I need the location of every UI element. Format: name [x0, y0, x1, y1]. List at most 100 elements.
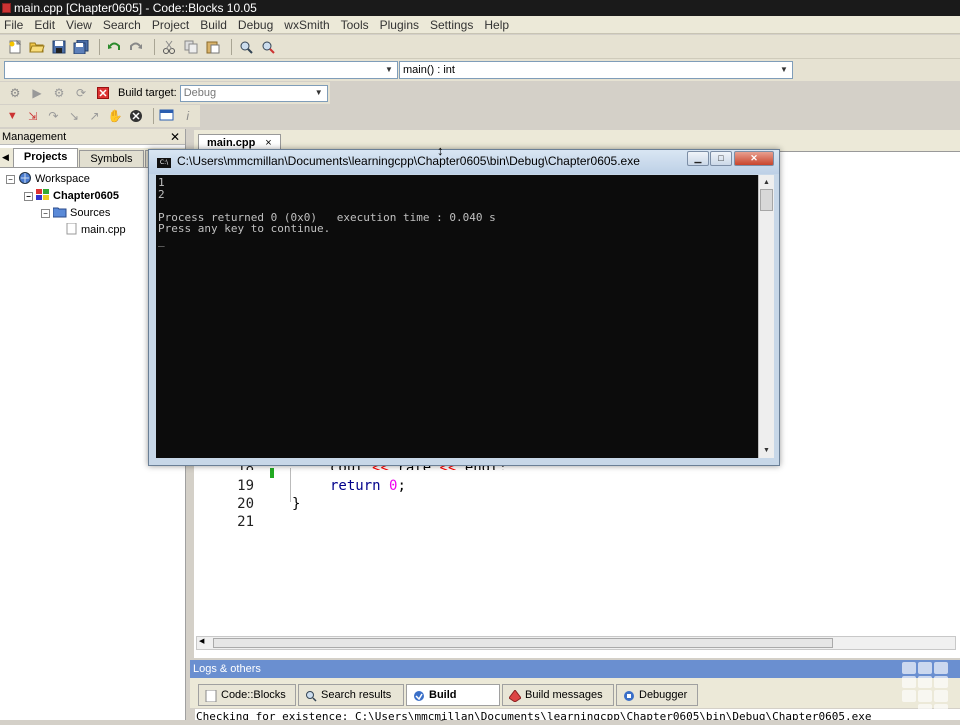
- toolbar-separator: [99, 38, 100, 55]
- console-title-bar[interactable]: C:\ C:\Users\mmcmillan\Documents\learnin…: [149, 150, 779, 174]
- save-icon[interactable]: [50, 38, 68, 56]
- undo-icon[interactable]: [105, 38, 123, 56]
- abort-icon[interactable]: [94, 84, 112, 102]
- close-icon[interactable]: ✕: [170, 129, 180, 145]
- menu-build[interactable]: Build: [196, 18, 231, 32]
- tab-main-cpp-label: main.cpp: [207, 137, 256, 149]
- scroll-down-icon[interactable]: ▼: [760, 444, 773, 457]
- console-vertical-scrollbar[interactable]: ▲ ▼: [758, 175, 774, 458]
- toolbar-separator: [152, 108, 154, 124]
- replace-icon[interactable]: [259, 38, 277, 56]
- tree-item-workspace[interactable]: − Workspace: [6, 171, 90, 187]
- line-number: 19: [237, 478, 254, 494]
- menu-edit[interactable]: Edit: [30, 18, 59, 32]
- scroll-left-icon[interactable]: ◀: [199, 637, 204, 645]
- console-window[interactable]: C:\ C:\Users\mmcmillan\Documents\learnin…: [148, 149, 780, 466]
- scroll-left-icon[interactable]: ◀: [2, 152, 9, 163]
- scroll-up-icon[interactable]: ▲: [760, 176, 773, 189]
- debug-windows-icon[interactable]: [159, 107, 176, 125]
- copy-icon[interactable]: [182, 38, 200, 56]
- tab-projects[interactable]: Projects: [12, 148, 79, 167]
- debugger-toolbar: ▼ ⇲ ↷ ↘ ↗ ✋ i: [0, 105, 200, 127]
- window-title-bar[interactable]: main.cpp [Chapter0605] - Code::Blocks 10…: [0, 0, 960, 16]
- main-toolbar: [0, 35, 960, 59]
- close-button[interactable]: ✕: [734, 151, 774, 166]
- debug-start-icon[interactable]: ▼: [4, 107, 21, 125]
- fold-line: [290, 468, 291, 502]
- build-target-combo[interactable]: Debug ▼: [179, 84, 328, 102]
- open-folder-icon[interactable]: [28, 38, 46, 56]
- management-title-bar: Management ✕: [0, 129, 185, 145]
- cut-icon[interactable]: [160, 38, 178, 56]
- maximize-button[interactable]: □: [710, 151, 732, 166]
- minimize-button[interactable]: ▁: [687, 151, 709, 166]
- new-file-icon[interactable]: [6, 38, 24, 56]
- tree-label-sources: Sources: [70, 207, 111, 219]
- console-output-area[interactable]: 1 2 Process returned 0 (0x0) execution t…: [156, 175, 758, 458]
- code-token: ;: [397, 478, 406, 494]
- editor-horizontal-scrollbar[interactable]: ◀: [196, 636, 956, 650]
- collapse-icon[interactable]: −: [24, 192, 33, 201]
- menu-debug[interactable]: Debug: [234, 18, 277, 32]
- menu-view[interactable]: View: [62, 18, 96, 32]
- menu-settings[interactable]: Settings: [426, 18, 477, 32]
- close-icon[interactable]: ×: [265, 137, 271, 149]
- run-to-cursor-icon[interactable]: ⇲: [25, 107, 42, 125]
- tree-label-project: Chapter0605: [53, 190, 120, 202]
- log-tab-codeblocks[interactable]: Code::Blocks: [198, 684, 296, 706]
- tab-symbols[interactable]: Symbols: [79, 150, 144, 167]
- menu-plugins[interactable]: Plugins: [376, 18, 423, 32]
- collapse-icon[interactable]: −: [6, 175, 15, 184]
- run-icon[interactable]: ▶: [28, 84, 46, 102]
- build-toolbar: ⚙ ▶ ⚙ ⟳ Build target: Debug ▼: [0, 82, 330, 104]
- chevron-down-icon: ▼: [385, 65, 393, 74]
- menu-bar: File Edit View Search Project Build Debu…: [0, 16, 960, 34]
- change-bar: [270, 468, 274, 478]
- menu-project[interactable]: Project: [148, 18, 193, 32]
- log-tab-build-log[interactable]: Build log✕: [406, 684, 500, 721]
- log-tab-label: Debugger: [639, 689, 688, 701]
- log-tab-search-results[interactable]: Search results: [298, 684, 404, 706]
- step-into-icon[interactable]: ↘: [66, 107, 83, 125]
- window-title: main.cpp [Chapter0605] - Code::Blocks 10…: [14, 1, 257, 15]
- save-all-icon[interactable]: [72, 38, 90, 56]
- file-icon: [64, 222, 78, 235]
- log-tab-build-messages[interactable]: Build messages: [502, 684, 614, 706]
- info-icon[interactable]: i: [179, 107, 196, 125]
- logs-tab-strip: Code::Blocks Search results Build log✕ B…: [190, 678, 960, 721]
- log-tab-label: Search results: [321, 689, 392, 701]
- tree-item-project[interactable]: − Chapter0605: [24, 188, 119, 204]
- log-tab-debugger[interactable]: Debugger: [616, 684, 698, 706]
- menu-tools[interactable]: Tools: [337, 18, 373, 32]
- log-tab-label: Code::Blocks: [221, 689, 286, 701]
- code-keyword: return: [330, 478, 381, 494]
- tree-item-sources[interactable]: − Sources: [41, 205, 110, 221]
- logs-panel-title: Logs & others: [190, 660, 960, 678]
- stop-debugger-icon[interactable]: [127, 107, 144, 125]
- scrollbar-thumb[interactable]: [760, 189, 773, 211]
- build-and-run-icon[interactable]: ⚙: [50, 84, 68, 102]
- function-combo-value: main() : int: [403, 64, 455, 76]
- step-out-icon[interactable]: ↗: [86, 107, 103, 125]
- redo-icon[interactable]: [127, 38, 145, 56]
- collapse-icon[interactable]: −: [41, 209, 50, 218]
- folder-icon: [52, 206, 67, 218]
- cmd-icon: C:\: [157, 158, 171, 168]
- scope-combo[interactable]: ▼: [4, 61, 398, 79]
- build-log-output: Checking for existence: C:\Users\mmcmill…: [195, 709, 960, 720]
- menu-file[interactable]: File: [0, 18, 27, 32]
- find-icon[interactable]: [237, 38, 255, 56]
- build-gear-icon[interactable]: ⚙: [6, 84, 24, 102]
- rebuild-icon[interactable]: ⟳: [72, 84, 90, 102]
- scrollbar-thumb[interactable]: [213, 638, 833, 648]
- watermark-grid-icon: [900, 660, 960, 716]
- tree-item-main-cpp[interactable]: main.cpp: [64, 222, 126, 238]
- next-instruction-icon[interactable]: ✋: [107, 107, 124, 125]
- next-line-icon[interactable]: ↷: [45, 107, 62, 125]
- function-combo[interactable]: main() : int ▼: [399, 61, 793, 79]
- menu-help[interactable]: Help: [480, 18, 513, 32]
- paste-icon[interactable]: [204, 38, 222, 56]
- toolbar-separator: [231, 38, 232, 55]
- menu-search[interactable]: Search: [99, 18, 145, 32]
- menu-wxsmith[interactable]: wxSmith: [280, 18, 333, 32]
